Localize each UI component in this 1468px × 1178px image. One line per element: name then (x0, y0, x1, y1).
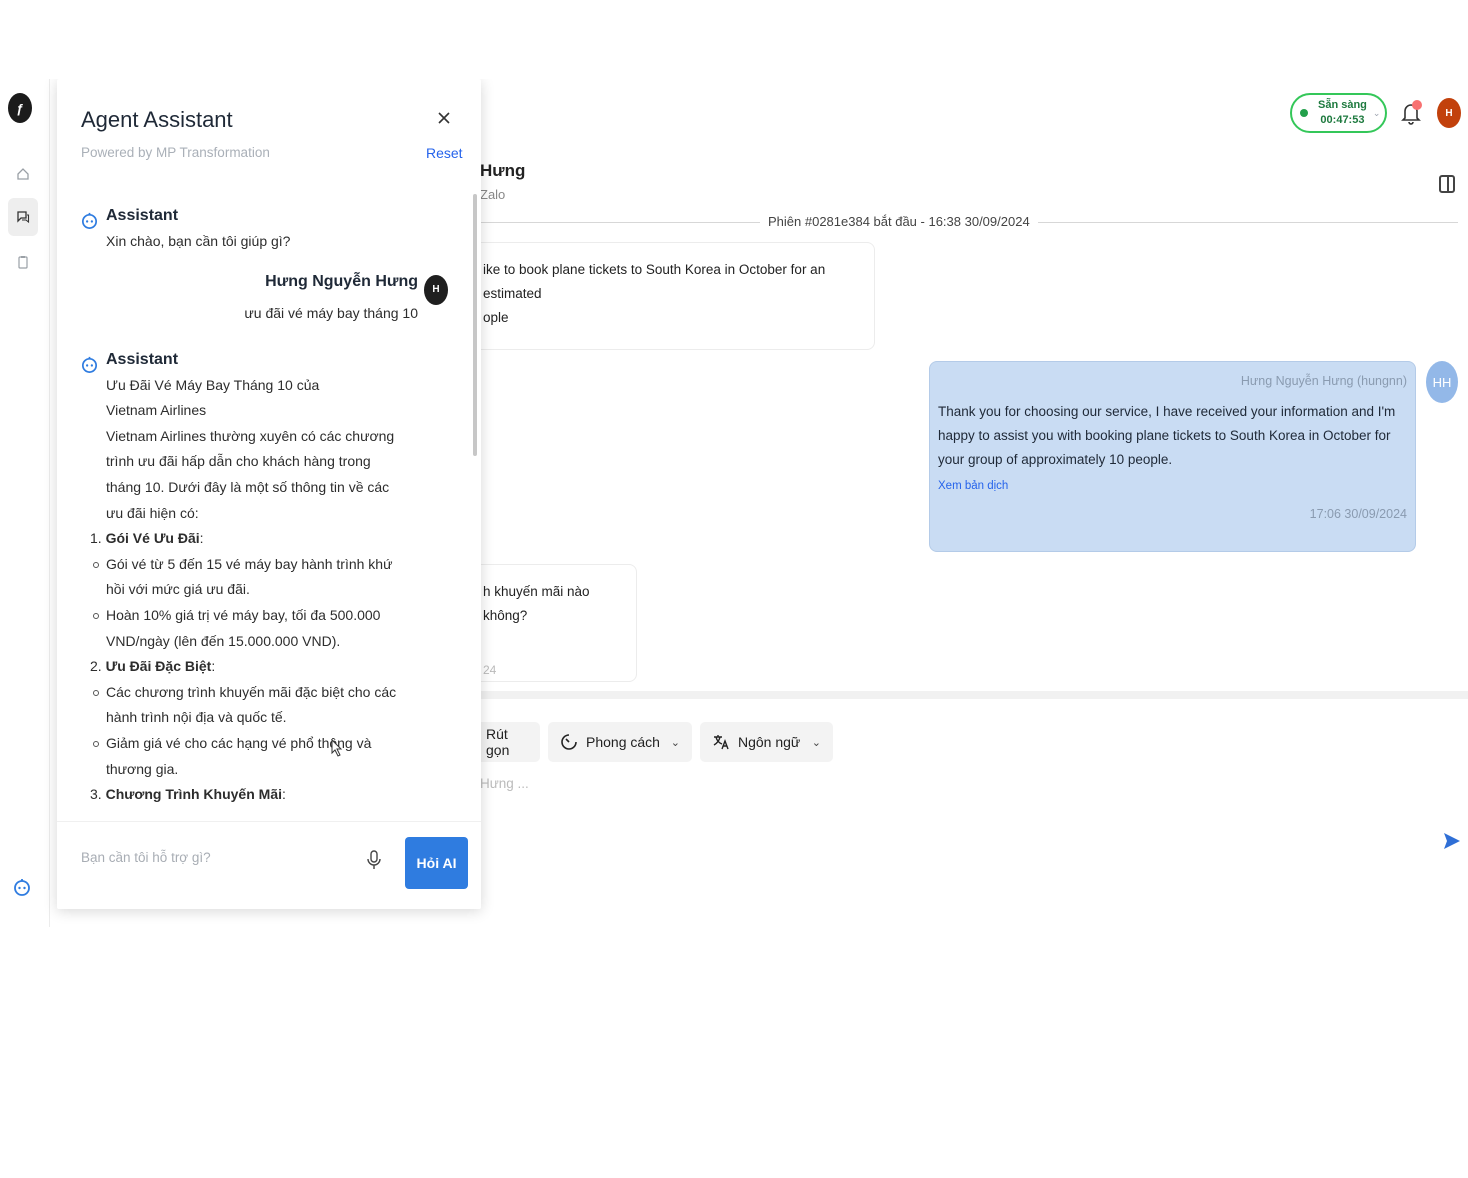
bot-icon[interactable] (12, 877, 34, 899)
chevron-down-icon: ⌄ (1372, 107, 1381, 118)
assistant-message: Assistant Xin chào, bạn cần tôi giúp gì? (57, 199, 473, 255)
user-avatar[interactable]: H (1437, 98, 1461, 128)
close-icon[interactable] (435, 109, 453, 127)
message-text: Xin chào, bạn cần tôi giúp gì? (106, 233, 291, 249)
contact-channel: Zalo (480, 187, 506, 202)
message-input[interactable]: Hưng ... (480, 776, 529, 791)
language-dropdown[interactable]: Ngôn ngữ ⌄ (700, 722, 833, 762)
message-time: 24 (483, 663, 497, 677)
language-label: Ngôn ngữ (738, 734, 801, 750)
notification-badge (1412, 100, 1422, 110)
home-icon[interactable] (8, 155, 38, 193)
message-text: ưu đãi vé máy bay tháng 10 (244, 304, 418, 321)
list-item: 3. Chương Trình Khuyến Mãi: (90, 786, 286, 803)
list-item: 2. Ưu Đãi Đặc Biệt: (90, 658, 216, 675)
assistant-input-bar: Bạn cần tôi hỗ trợ gì? Hỏi AI (57, 821, 481, 909)
message-sender: Assistant (106, 207, 179, 224)
assistant-input[interactable]: Bạn cần tôi hỗ trợ gì? (81, 850, 211, 865)
chat-icon[interactable] (8, 198, 38, 236)
assistant-message-list: Assistant Xin chào, bạn cần tôi giúp gì?… (57, 199, 473, 821)
list-item: Gói vé từ 5 đến 15 vé máy bay hành trình… (57, 552, 402, 603)
incoming-message: h khuyến mãi nào không? 24 (470, 564, 637, 682)
list-item: Giảm giá vé cho các hạng vé phổ thông và… (57, 731, 402, 782)
avatar: H (424, 274, 448, 305)
chevron-down-icon: ⌄ (811, 736, 821, 749)
scrollbar[interactable] (473, 194, 477, 456)
incoming-message: ike to book plane tickets to South Korea… (470, 242, 875, 350)
style-label: Phong cách (586, 734, 660, 750)
message-text: h khuyến mãi nào không? (483, 584, 590, 623)
status-label: Sẵn sàng (1318, 99, 1367, 111)
message-text: ike to book plane tickets to South Korea… (483, 262, 826, 301)
chevron-down-icon: ⌄ (670, 736, 680, 749)
assistant-title: Agent Assistant (81, 107, 233, 132)
bot-icon (80, 355, 99, 374)
offer-list: 1. Gói Vé Ưu Đãi: Gói vé từ 5 đến 15 vé … (57, 526, 473, 808)
message-sender: Assistant (106, 350, 179, 368)
user-message: Hưng Nguyễn Hưng H ưu đãi vé máy bay thá… (57, 273, 473, 343)
agent-avatar: HH (1426, 361, 1458, 403)
translate-link[interactable]: Xem bản dịch (938, 480, 1407, 492)
composer-divider (480, 691, 1468, 699)
outgoing-message: Hưng Nguyễn Hưng (hungnn) Thank you for … (929, 361, 1416, 552)
message-sender: Hưng Nguyễn Hưng (265, 272, 418, 290)
message-text: ople (483, 310, 509, 325)
message-time: 17:06 30/09/2024 (1309, 507, 1407, 521)
style-dropdown[interactable]: Phong cách ⌄ (548, 722, 692, 762)
left-rail: ƒ (0, 79, 50, 927)
translate-icon (712, 733, 730, 751)
bot-icon (80, 211, 99, 230)
send-icon[interactable] (1442, 831, 1464, 853)
session-label: Phiên #0281e384 bắt đầu - 16:38 30/09/20… (760, 214, 1038, 229)
status-text: Sẵn sàng 00:47:53 (1318, 98, 1367, 128)
contact-name: Hưng (480, 161, 526, 180)
style-icon (560, 733, 578, 751)
assistant-powered-by: Powered by MP Transformation (81, 145, 270, 160)
mouse-cursor-icon (331, 738, 343, 757)
status-timer: 00:47:53 (1320, 114, 1365, 126)
list-item: 1. Gói Vé Ưu Đãi: (90, 530, 204, 547)
agent-assistant-panel: Agent Assistant Powered by MP Transforma… (57, 79, 481, 909)
list-item: Hoàn 10% giá trị vé máy bay, tối đa 500.… (57, 603, 402, 654)
app-window: ƒ Sẵn sàng 00:47:53 ⌄ H Hưng Zalo Phiên … (0, 79, 1468, 927)
message-text: Ưu Đãi Vé Máy Bay Tháng 10 của Vietnam A… (106, 376, 320, 419)
list-item: Các chương trình khuyến mãi đặc biệt cho… (57, 680, 402, 731)
assistant-message: Assistant Ưu Đãi Vé Máy Bay Tháng 10 của… (57, 343, 473, 527)
shorten-label: Rút gọn (486, 726, 510, 758)
app-logo-icon[interactable]: ƒ (8, 93, 32, 123)
clipboard-icon[interactable] (8, 243, 38, 281)
agent-status-toggle[interactable]: Sẵn sàng 00:47:53 ⌄ (1290, 93, 1387, 133)
message-text: Thank you for choosing our service, I ha… (938, 404, 1396, 467)
status-dot (1300, 109, 1308, 117)
message-text: Vietnam Airlines thường xuyên có các chư… (106, 427, 395, 521)
ask-ai-button[interactable]: Hỏi AI (405, 837, 468, 889)
mic-icon[interactable] (366, 850, 382, 870)
reset-button[interactable]: Reset (426, 145, 463, 161)
panel-toggle-icon[interactable] (1439, 175, 1455, 193)
message-sender: Hưng Nguyễn Hưng (hungnn) (1240, 374, 1407, 388)
